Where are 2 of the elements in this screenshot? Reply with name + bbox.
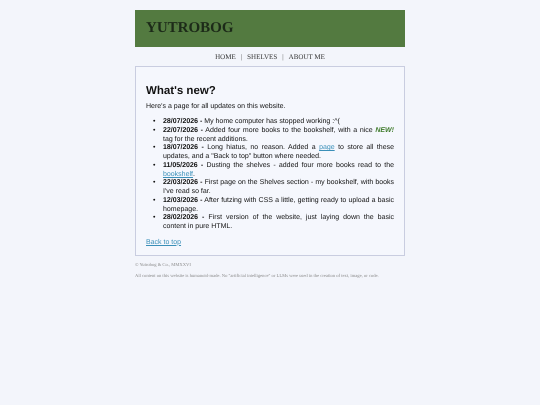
section-heading: What's new? <box>146 85 217 97</box>
site-title: YUTROBOG <box>146 20 234 37</box>
